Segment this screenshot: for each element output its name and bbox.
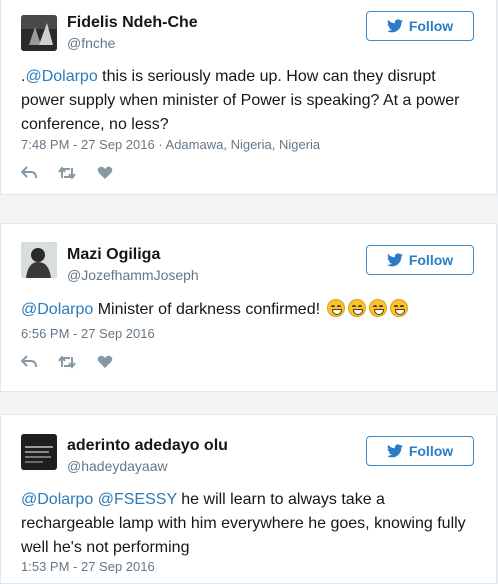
- avatar[interactable]: [21, 242, 57, 278]
- tweet-text: @Dolarpo @FSESSY he will learn to always…: [21, 488, 472, 560]
- mention-link[interactable]: @Dolarpo: [21, 301, 93, 318]
- twitter-bird-icon: [386, 19, 403, 33]
- follow-label: Follow: [408, 18, 454, 34]
- mention-link[interactable]: @Dolarpo: [21, 491, 93, 508]
- reply-icon[interactable]: [21, 166, 37, 180]
- avatar[interactable]: [21, 434, 57, 470]
- display-name[interactable]: aderinto adedayo olu: [67, 437, 228, 455]
- twitter-bird-icon: [386, 253, 403, 267]
- twitter-bird-icon: [386, 444, 403, 458]
- grinning-face-emoji-icon: [327, 299, 346, 317]
- follow-button[interactable]: Follow: [366, 245, 474, 275]
- retweet-icon[interactable]: [58, 355, 76, 369]
- reply-icon[interactable]: [21, 355, 37, 369]
- grinning-face-emoji-icon: [390, 299, 409, 317]
- tweet-text: @Dolarpo Minister of darkness confirmed!: [21, 298, 472, 322]
- user-handle[interactable]: @hadeydayaaw: [67, 458, 168, 474]
- grinning-face-emoji-icon: [348, 299, 367, 317]
- mention-link[interactable]: @Dolarpo: [25, 68, 97, 85]
- tweet-timestamp[interactable]: 7:48 PM - 27 Sep 2016 · Adamawa, Nigeria…: [21, 137, 320, 152]
- tweet-timestamp[interactable]: 1:53 PM - 27 Sep 2016: [21, 559, 155, 574]
- display-name[interactable]: Mazi Ogiliga: [67, 246, 160, 264]
- follow-label: Follow: [408, 252, 454, 268]
- like-heart-icon[interactable]: [97, 166, 113, 180]
- grinning-face-emoji-icon: [369, 299, 388, 317]
- tweet-actions: [21, 166, 134, 180]
- follow-button[interactable]: Follow: [366, 11, 474, 41]
- avatar[interactable]: [21, 15, 57, 51]
- tweet-actions: [21, 355, 134, 369]
- tweet-card-2: Mazi Ogiliga @JozefhammJoseph Follow @Do…: [0, 223, 497, 392]
- tweet-timestamp[interactable]: 6:56 PM - 27 Sep 2016: [21, 326, 155, 341]
- retweet-icon[interactable]: [58, 166, 76, 180]
- tweet-body: Minister of darkness confirmed!: [93, 301, 325, 318]
- follow-button[interactable]: Follow: [366, 436, 474, 466]
- like-heart-icon[interactable]: [97, 355, 113, 369]
- user-handle[interactable]: @fnche: [67, 35, 115, 51]
- mention-link[interactable]: @FSESSY: [98, 491, 177, 508]
- tweet-card-3: aderinto adedayo olu @hadeydayaaw Follow…: [0, 414, 497, 584]
- user-handle[interactable]: @JozefhammJoseph: [67, 267, 199, 283]
- follow-label: Follow: [408, 443, 454, 459]
- display-name[interactable]: Fidelis Ndeh-Che: [67, 14, 198, 32]
- tweet-text: .@Dolarpo this is seriously made up. How…: [21, 65, 472, 137]
- tweet-card-1: Fidelis Ndeh-Che @fnche Follow .@Dolarpo…: [0, 0, 497, 195]
